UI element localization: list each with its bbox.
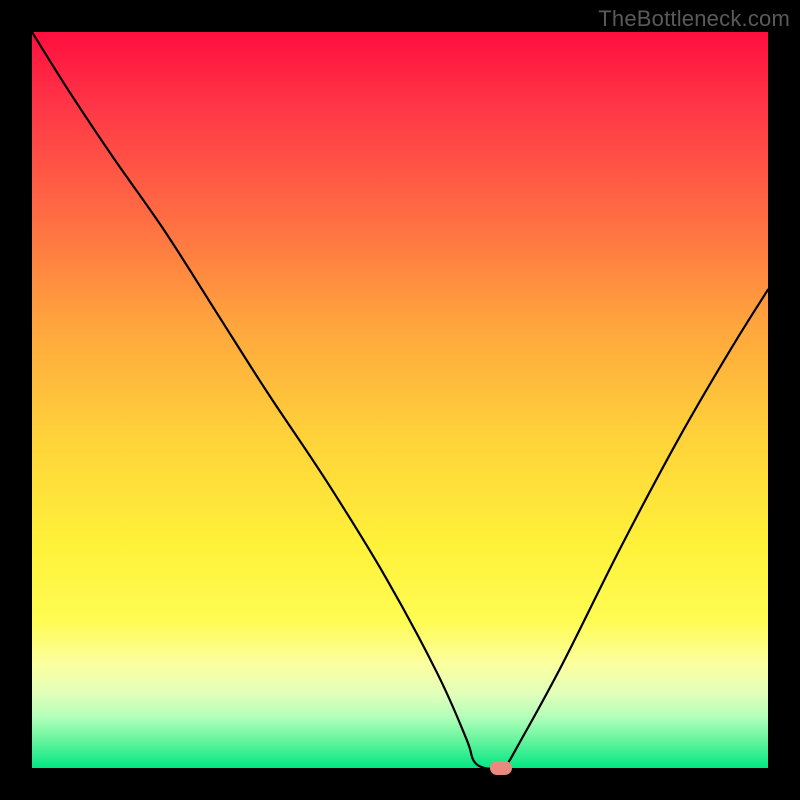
curve-layer	[32, 32, 768, 768]
chart-frame: TheBottleneck.com	[0, 0, 800, 800]
plot-area	[32, 32, 768, 768]
bottleneck-curve	[32, 32, 768, 768]
optimum-marker	[490, 761, 512, 775]
watermark-label: TheBottleneck.com	[598, 6, 790, 32]
